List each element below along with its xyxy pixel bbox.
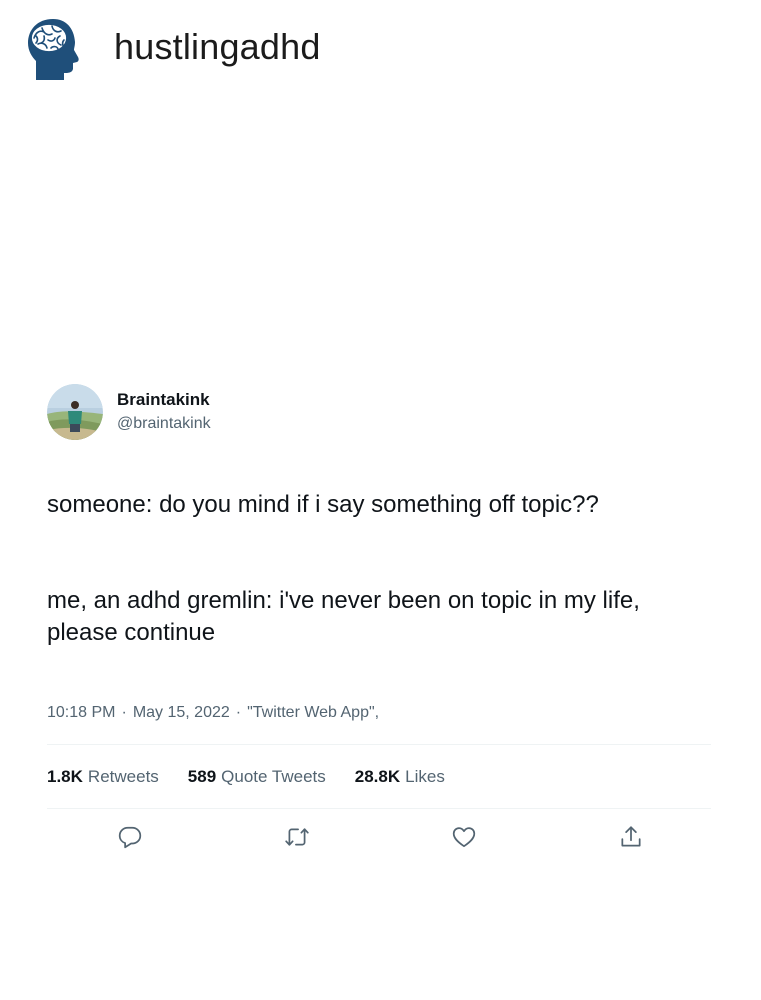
tweet-card: Braintakink @braintakink someone: do you…: [47, 384, 711, 869]
retweets-label: Retweets: [87, 766, 159, 786]
quote-tweets-stat[interactable]: 589 Quote Tweets: [188, 767, 326, 787]
avatar[interactable]: [47, 384, 103, 440]
quotes-count: 589: [187, 766, 217, 786]
meta-separator: ·: [121, 704, 127, 721]
head-brain-icon: [28, 19, 79, 80]
tweet-actions: [47, 809, 711, 869]
reply-icon: [118, 826, 142, 849]
retweets-count: 1.8K: [47, 766, 83, 786]
retweets-stat[interactable]: 1.8K Retweets: [47, 767, 159, 787]
tweet-date[interactable]: May 15, 2022: [133, 703, 230, 723]
tweet-time[interactable]: 10:18 PM: [47, 703, 115, 723]
likes-label: Likes: [405, 766, 445, 786]
tweet-stats: 1.8K Retweets 589 Quote Tweets 28.8K Likes: [47, 745, 711, 808]
quotes-label: Quote Tweets: [221, 766, 326, 786]
like-button[interactable]: [450, 823, 478, 851]
author-handle[interactable]: @braintakink: [117, 413, 211, 435]
tweet-text-line: me, an adhd gremlin: i've never been on …: [47, 587, 640, 646]
tweet-text-line: someone: do you mind if i say something …: [47, 491, 599, 518]
reply-button[interactable]: [116, 823, 144, 851]
brand-name[interactable]: hustlingadhd: [114, 26, 321, 68]
meta-separator: ·: [235, 704, 242, 721]
tweet-text: someone: do you mind if i say something …: [47, 457, 711, 681]
share-button[interactable]: [617, 823, 645, 851]
tweet-meta: 10:18 PM · May 15, 2022 · "Twitter Web A…: [47, 703, 711, 723]
share-icon: [621, 826, 641, 847]
tweet-source[interactable]: "Twitter Web App",: [247, 703, 379, 723]
likes-stat[interactable]: 28.8K Likes: [355, 767, 445, 787]
likes-count: 28.8K: [354, 766, 401, 786]
retweet-button[interactable]: [283, 823, 311, 851]
author-display-name[interactable]: Braintakink: [117, 389, 211, 411]
heart-icon: [452, 827, 476, 848]
tweet-author: Braintakink @braintakink: [47, 384, 711, 440]
page: hustlingadhd Braintakink @braintakink so…: [0, 0, 761, 1000]
page-header: hustlingadhd: [24, 16, 321, 82]
retweet-icon: [285, 828, 309, 846]
